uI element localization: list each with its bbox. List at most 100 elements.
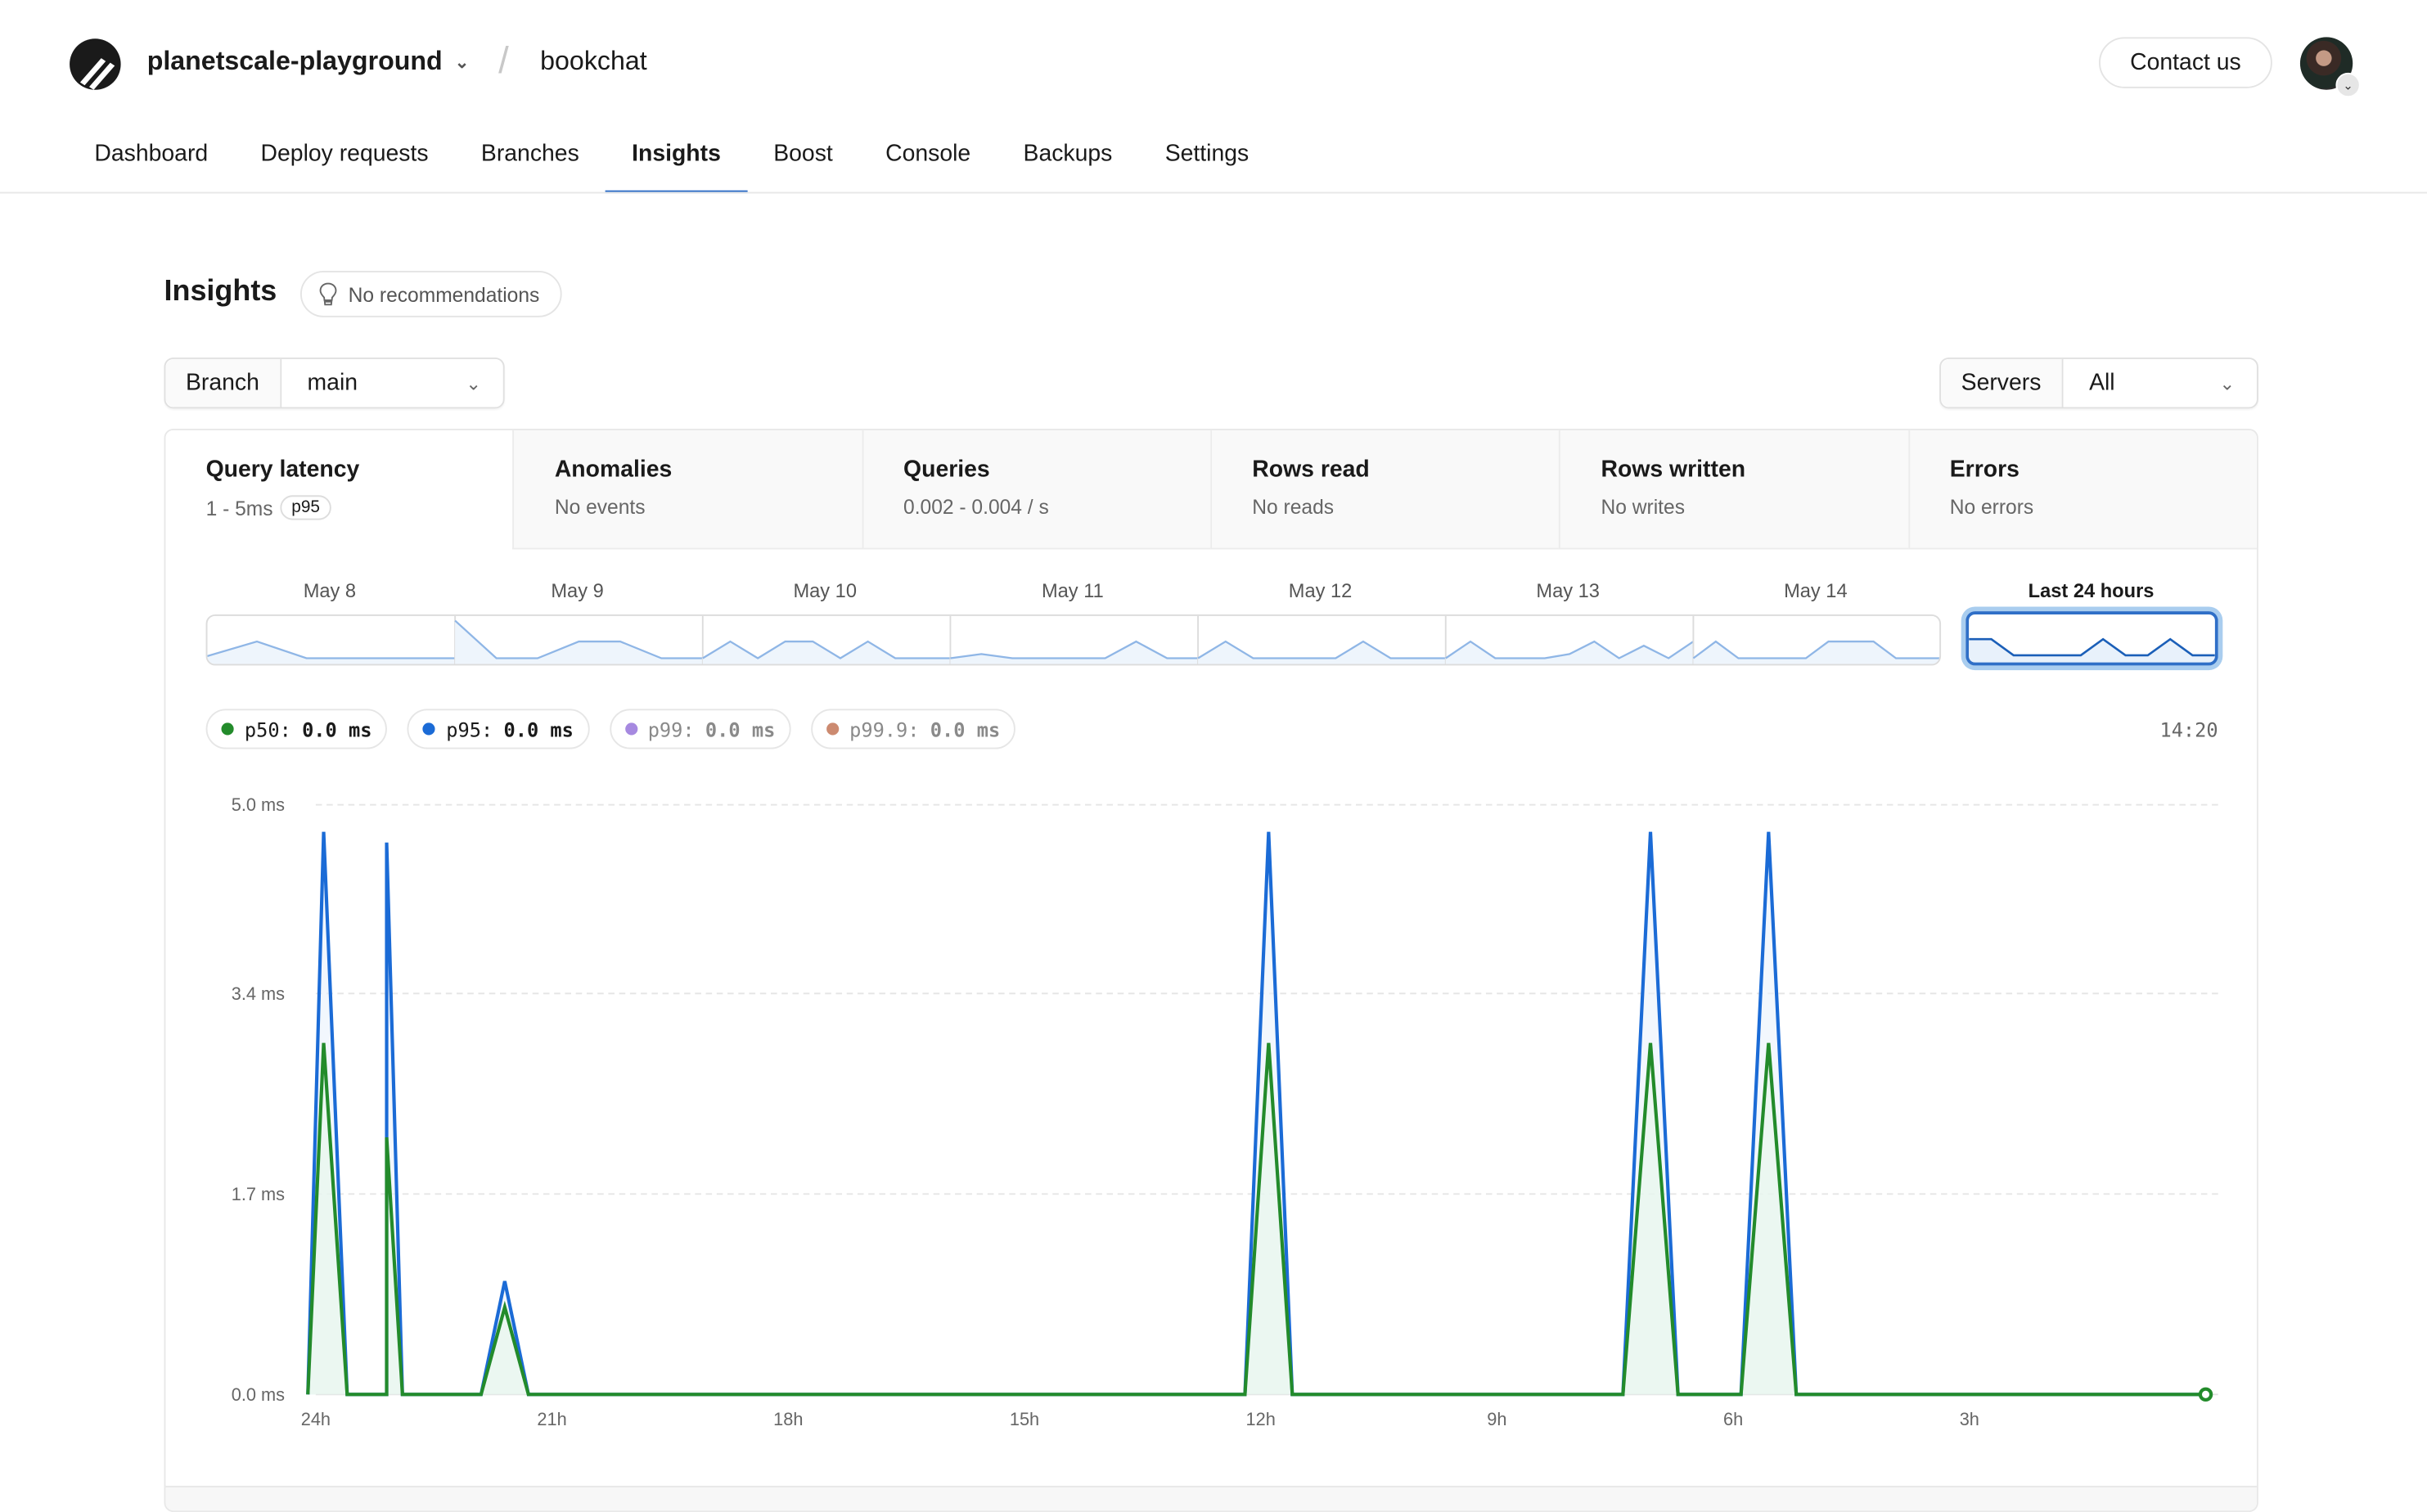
x-tick-label: 21h [537,1409,566,1429]
nav-tab-insights[interactable]: Insights [605,127,747,194]
planetscale-logo-icon[interactable] [68,37,122,91]
tab-rows-written[interactable]: Rows written No writes [1559,430,1908,550]
legend-dot [221,722,234,736]
chart-legend: p50: 0.0 ms p95: 0.0 ms p99: 0.0 ms p99.… [205,709,1016,749]
range-label: May 13 [1536,580,1600,602]
servers-label: Servers [1941,358,2063,407]
nav-tab-console[interactable]: Console [859,127,997,193]
y-tick-label: 1.7 ms [232,1184,285,1204]
tab-title: Rows read [1252,457,1370,484]
tab-errors[interactable]: Errors No errors [1907,430,2257,550]
nav-tab-boost[interactable]: Boost [747,127,859,193]
range-label: May 10 [793,580,858,602]
servers-value: All [2089,370,2115,397]
x-tick-label: 12h [1246,1409,1276,1429]
tab-subtitle: 0.002 - 0.004 / s [903,495,1049,519]
nav-tab-deploy-requests[interactable]: Deploy requests [234,127,454,193]
legend-key: p99.9: [849,717,920,741]
range-selector: May 8 May 9 May 10 May 11 May 12 May 13 … [205,580,2218,673]
database-name[interactable]: bookchat [540,47,647,78]
recommendations-text: No recommendations [348,282,540,306]
x-tick-label: 6h [1723,1409,1743,1429]
tab-title: Rows written [1601,457,1746,484]
org-switcher[interactable]: planetscale-playground ⌄ [147,47,470,78]
x-tick-label: 9h [1487,1409,1506,1429]
legend-p99[interactable]: p99: 0.0 ms [609,709,791,749]
range-label: May 12 [1288,580,1353,602]
last-24-hours-sparkline [1969,637,2215,663]
breadcrumb-separator: / [498,40,509,83]
daily-sparklines-strip[interactable] [205,614,1942,666]
tab-anomalies[interactable]: Anomalies No events [512,430,862,550]
legend-dot [624,722,637,736]
lightbulb-icon [319,282,337,306]
recommendations-badge[interactable]: No recommendations [299,271,561,317]
branch-select[interactable]: Branch main ⌄ [164,357,505,409]
range-label: May 8 [303,580,357,602]
legend-key: p50: [244,717,291,741]
tab-query-latency[interactable]: Query latency 1 - 5ms p95 [165,430,513,550]
sparkline-day-4[interactable] [950,640,1199,659]
x-tick-label: 15h [1010,1409,1039,1429]
range-label: May 9 [551,580,604,602]
chevron-down-icon: ⌄ [2219,371,2236,394]
legend-value: 0.0 ms [302,717,372,741]
chevron-down-icon: ⌄ [454,53,470,72]
daily-sparklines[interactable] [207,615,1941,666]
tab-subtitle: No reads [1252,495,1335,519]
account-menu-chevron-icon[interactable]: ⌄ [2335,72,2361,98]
nav-tab-dashboard[interactable]: Dashboard [68,127,234,193]
branch-dropdown[interactable]: main ⌄ [281,359,502,407]
legend-dot [826,722,839,736]
servers-select[interactable]: Servers All ⌄ [1939,357,2258,409]
legend-p99-9[interactable]: p99.9: 0.0 ms [810,709,1016,749]
range-label: May 11 [1041,580,1104,602]
servers-dropdown[interactable]: All ⌄ [2063,359,2257,407]
nav-tab-branches[interactable]: Branches [455,127,606,193]
chevron-down-icon: ⌄ [466,371,482,394]
nav-tab-settings[interactable]: Settings [1139,127,1276,193]
page-title: Insights [164,275,277,308]
tab-subtitle: No writes [1601,495,1686,519]
range-label: May 14 [1784,580,1848,602]
last-24-hours-range[interactable] [1965,611,2218,666]
branch-label: Branch [165,358,281,407]
hover-time-readout: 14:20 [2159,718,2218,742]
tab-title: Queries [903,457,990,484]
sparkline-area [950,641,1199,664]
tab-queries[interactable]: Queries 0.002 - 0.004 / s [861,430,1211,550]
legend-value: 0.0 ms [930,717,1001,741]
tab-rows-read[interactable]: Rows read No reads [1210,430,1560,550]
sparkline-area [1198,641,1446,664]
y-tick-label: 3.4 ms [232,983,285,1004]
branch-value: main [307,370,358,397]
page: planetscale-playground ⌄ / bookchat Cont… [0,0,2427,1512]
y-tick-label: 0.0 ms [232,1384,285,1405]
legend-p95[interactable]: p95: 0.0 ms [407,709,589,749]
contact-us-button[interactable]: Contact us [2099,37,2272,88]
tab-title: Anomalies [554,457,673,484]
range-label-active: Last 24 hours [2028,580,2155,602]
percentile-pill[interactable]: p95 [281,495,331,520]
x-tick-label: 3h [1960,1409,1979,1429]
tab-title: Query latency [205,457,360,484]
x-tick-label: 18h [773,1409,803,1429]
legend-key: p95: [446,717,493,741]
metric-tabs: Query latency 1 - 5ms p95 Anomalies No ev… [165,430,2257,550]
legend-key: p99: [647,717,695,741]
legend-value: 0.0 ms [503,717,574,741]
top-bar: planetscale-playground ⌄ / bookchat Cont… [0,0,2427,127]
nav-tab-backups[interactable]: Backups [997,127,1138,193]
tab-subtitle: 1 - 5ms [205,496,273,520]
nav-divider [0,191,2427,194]
tab-title: Errors [1949,457,2019,484]
org-name: planetscale-playground [146,46,443,76]
metrics-card: Query latency 1 - 5ms p95 Anomalies No ev… [164,428,2258,1512]
legend-value: 0.0 ms [705,717,776,741]
tab-subtitle: No events [554,495,646,519]
card-footer [165,1485,2257,1511]
main-nav: Dashboard Deploy requests Branches Insig… [68,127,1276,194]
legend-p50[interactable]: p50: 0.0 ms [205,709,388,749]
latency-chart[interactable]: 0.0 ms 1.7 ms 3.4 ms 5.0 ms 24h 21h 18h 15h 12h 9… [165,771,2258,1483]
legend-dot [422,722,436,736]
